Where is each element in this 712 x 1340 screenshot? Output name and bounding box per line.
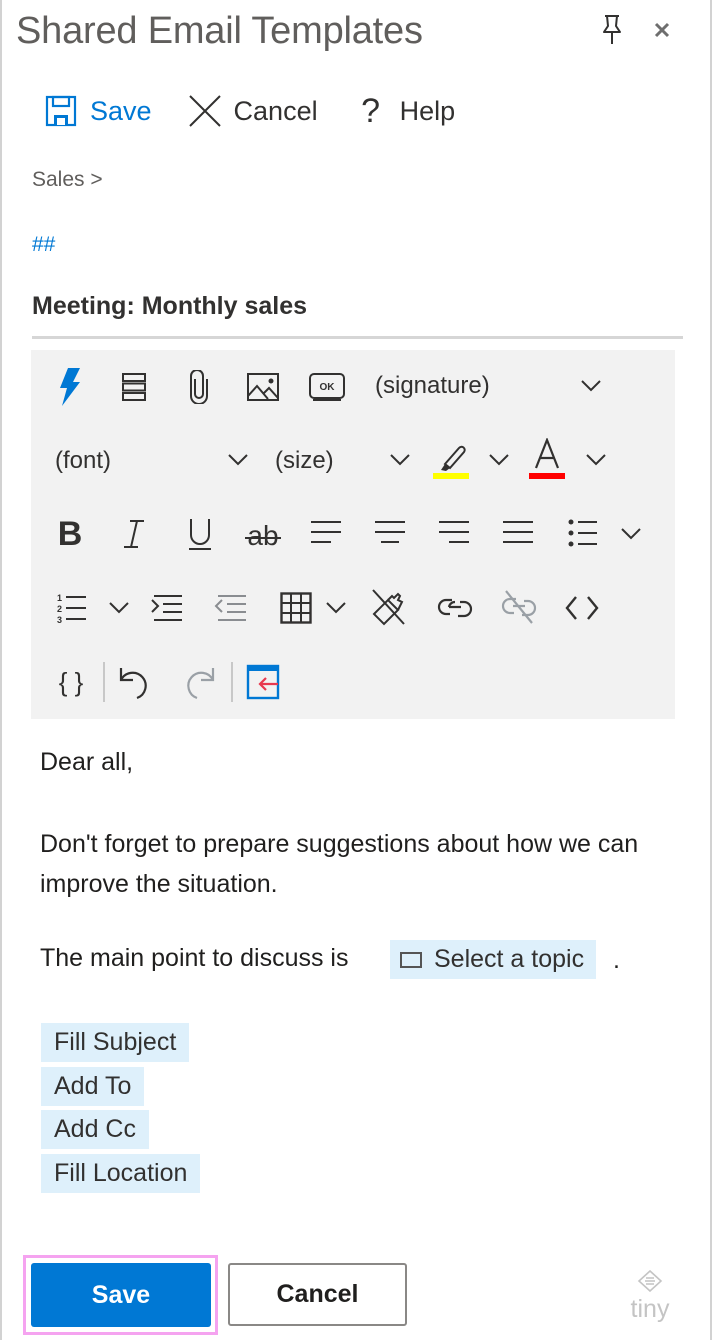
bullet-list-chevron-down-icon[interactable] [619, 524, 643, 544]
numbered-list-icon[interactable]: 123 [55, 590, 89, 626]
text-color-chevron-down-icon[interactable] [584, 450, 608, 470]
table-chevron-down-icon[interactable] [324, 598, 348, 618]
macro-add-cc[interactable]: Add Cc [41, 1110, 149, 1149]
cancel-button[interactable]: Cancel [228, 1263, 407, 1326]
cancel-command-button[interactable]: Cancel [188, 94, 318, 128]
body-paragraph: Don't forget to prepare suggestions abou… [40, 830, 639, 898]
pin-icon[interactable] [600, 14, 624, 46]
insert-field-icon[interactable] [245, 662, 281, 702]
svg-text:3: 3 [57, 615, 62, 624]
editor-toolbar: OK (signature) (font) (size) B ab 1 2 3 … [31, 350, 675, 719]
question-mark-icon: ? [361, 91, 381, 130]
signature-chevron-down-icon[interactable] [579, 376, 603, 396]
size-dropdown[interactable]: (size) [275, 447, 334, 475]
topic-suffix: . [613, 946, 620, 974]
cancel-command-label: Cancel [233, 95, 318, 126]
help-command-button[interactable]: ? Help [354, 91, 456, 130]
align-left-icon[interactable] [309, 516, 343, 550]
text-color-icon[interactable] [528, 438, 566, 480]
floppy-disk-icon [44, 94, 78, 128]
align-center-icon[interactable] [373, 516, 407, 550]
source-code-icon[interactable] [563, 590, 601, 626]
bold-icon[interactable]: B [55, 514, 85, 554]
save-command-button[interactable]: Save [44, 94, 152, 128]
help-command-label: Help [399, 95, 456, 126]
bullet-list-icon[interactable] [566, 516, 600, 550]
macro-fill-location[interactable]: Fill Location [41, 1154, 201, 1193]
macro-add-to[interactable]: Add To [41, 1067, 145, 1106]
breadcrumb[interactable]: Sales > [32, 168, 103, 192]
tiny-logo-icon [637, 1269, 663, 1293]
x-icon [188, 94, 222, 128]
lightning-icon[interactable] [53, 367, 87, 407]
italic-icon[interactable] [119, 514, 149, 554]
align-right-icon[interactable] [437, 516, 471, 550]
clear-formatting-icon[interactable] [369, 586, 407, 628]
underline-icon[interactable] [185, 514, 215, 554]
tiny-branding[interactable]: tiny [624, 1269, 676, 1323]
table-icon[interactable] [279, 590, 313, 626]
image-icon[interactable] [245, 370, 281, 404]
save-button[interactable]: Save [31, 1263, 211, 1327]
highlight-marker-icon[interactable] [431, 438, 469, 480]
strikethrough-icon[interactable]: ab [241, 514, 285, 554]
template-list-icon[interactable] [119, 370, 149, 404]
topic-prefix-text: The main point to discuss is [40, 944, 349, 972]
toolbar-separator [231, 662, 233, 702]
font-chevron-down-icon[interactable] [226, 450, 250, 470]
macros-braces-icon[interactable]: { } [55, 664, 87, 700]
tiny-logo-text: tiny [630, 1295, 670, 1323]
unlink-icon[interactable] [499, 586, 539, 628]
dropdown-box-icon [400, 951, 422, 968]
highlight-color-bar [433, 473, 469, 479]
justify-icon[interactable] [501, 516, 535, 550]
subject-field[interactable]: Meeting: Monthly sales [32, 292, 683, 339]
ok-button-icon[interactable]: OK [308, 370, 346, 404]
undo-icon[interactable] [115, 662, 155, 702]
redo-icon[interactable] [179, 662, 219, 702]
size-chevron-down-icon[interactable] [388, 450, 412, 470]
indent-icon[interactable] [149, 590, 185, 626]
svg-text:2: 2 [57, 604, 62, 614]
save-command-label: Save [90, 95, 152, 126]
text-color-bar [529, 473, 565, 479]
command-bar: Save Cancel ? Help [44, 88, 491, 134]
macro-fill-subject[interactable]: Fill Subject [41, 1023, 190, 1062]
toolbar-separator [103, 662, 105, 702]
svg-text:ab: ab [247, 520, 278, 551]
close-icon[interactable] [650, 18, 674, 42]
topic-placeholder: Select a topic [434, 945, 585, 973]
frame-border-left [0, 0, 2, 1340]
hashtag-link[interactable]: ## [32, 233, 55, 257]
highlight-chevron-down-icon[interactable] [487, 450, 511, 470]
paperclip-icon[interactable] [185, 368, 213, 406]
numbered-list-chevron-down-icon[interactable] [107, 598, 131, 618]
svg-text:OK: OK [320, 382, 336, 393]
pane-title: Shared Email Templates [16, 10, 423, 52]
outdent-icon[interactable] [213, 590, 249, 626]
font-dropdown[interactable]: (font) [55, 447, 111, 475]
signature-dropdown[interactable]: (signature) [375, 372, 490, 400]
greeting-text: Dear all, [40, 748, 134, 776]
link-icon[interactable] [435, 590, 475, 626]
select-topic-dropdown[interactable]: Select a topic [390, 940, 597, 979]
svg-text:1: 1 [57, 593, 62, 603]
